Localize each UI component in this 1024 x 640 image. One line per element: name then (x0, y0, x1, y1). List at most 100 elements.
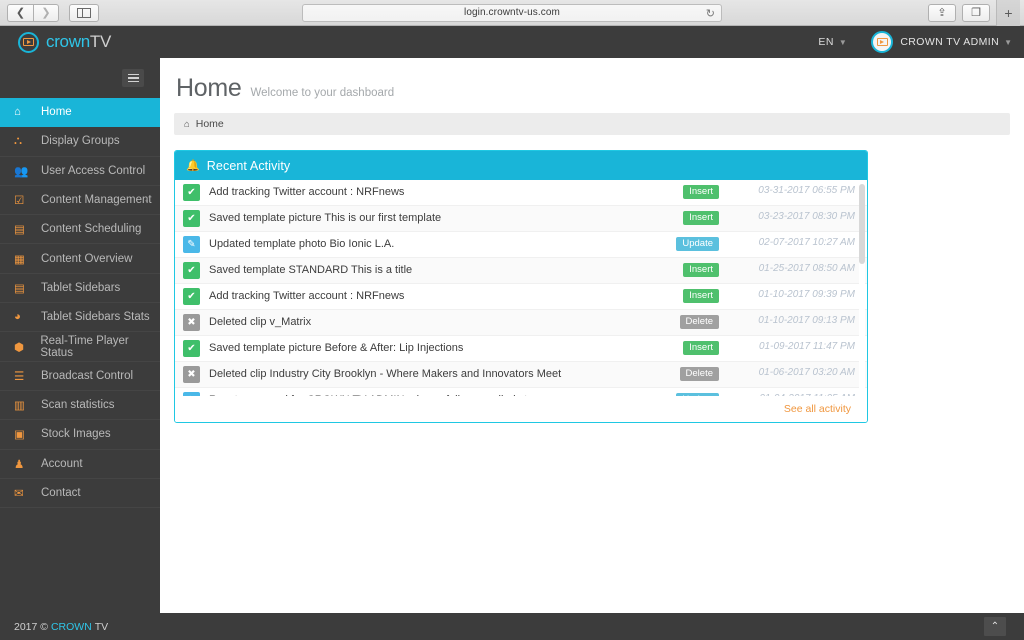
browser-toolbar: ❮ ❯ login.crowntv-us.com ↻ ⇪ ❐ + (0, 0, 1024, 26)
footer-brand: CROWN (50, 620, 92, 633)
footer-brand-suffix: TV (94, 620, 109, 633)
chevron-left-icon: ‹ (145, 195, 148, 206)
back-icon[interactable]: ❮ (7, 3, 33, 22)
activity-row[interactable]: ✔ Add tracking Twitter account : NRFnews I… (175, 180, 867, 206)
page-subtitle: Welcome to your dashboard (250, 87, 395, 99)
sidebar-item-label: Home (41, 106, 72, 119)
activity-row[interactable]: ✎ Updated template photo Bio Ionic L.A. Up… (175, 232, 867, 258)
activity-timestamp: 01-06-2017 03:20 AM (758, 367, 855, 378)
sidebar-item-scan-statistics[interactable]: ▥ Scan statistics (0, 391, 160, 421)
sidebar-item-label: Scan statistics (41, 399, 115, 412)
sidebar-item-content-overview[interactable]: ▦ Content Overview (0, 244, 160, 274)
sidebar-item-label: User Access Control (41, 164, 146, 177)
user-menu[interactable]: CROWN TV ADMIN ▼ (871, 31, 1012, 53)
footer-year: 2017 © (14, 620, 49, 633)
main-content: Home Welcome to your dashboard ⌂ Home 🔔 … (160, 58, 1024, 613)
activity-timestamp: 01-09-2017 11:47 PM (759, 341, 855, 352)
status-update-icon: ✎ (183, 236, 200, 253)
browser-nav-group: ❮ ❯ (7, 3, 99, 22)
bell-icon: 🔔 (186, 160, 200, 172)
broadcast-control-icon: ☰ (14, 370, 25, 383)
activity-row[interactable]: ✖ Deleted clip Industry City Brooklyn - W… (175, 362, 867, 388)
sidebar-item-label: Content Management (41, 194, 152, 207)
activity-timestamp: 03-23-2017 08:30 PM (758, 211, 855, 222)
user-access-control-icon: 👥 (14, 165, 29, 178)
activity-text: Deleted clip Industry City Brooklyn - Wh… (209, 368, 562, 380)
activity-row[interactable]: ✎ Reset password for CROWN TV ADMIN, plea… (175, 388, 867, 396)
status-update-icon: ✎ (183, 392, 200, 396)
logo-text-tv: TV (89, 32, 111, 51)
sidebar-item-broadcast-control[interactable]: ☰ Broadcast Control (0, 362, 160, 391)
activity-text: Add tracking Twitter account : NRFnews (209, 290, 405, 302)
hamburger-menu-icon[interactable] (122, 69, 144, 87)
status-badge: Insert (683, 289, 719, 303)
sidebar-panel-icon[interactable] (69, 3, 99, 22)
recent-activity-panel: 🔔 Recent Activity ✔ Add tracking Twitter … (174, 150, 868, 423)
contact-icon: ✉ (14, 488, 24, 500)
activity-list[interactable]: ✔ Add tracking Twitter account : NRFnews I… (175, 180, 867, 396)
logo[interactable]: crownTV (18, 31, 111, 53)
activity-timestamp: 03-31-2017 06:55 PM (758, 185, 855, 196)
sidebar-item-account[interactable]: ♟ Account (0, 450, 160, 479)
activity-text: Saved template picture Before & After: L… (209, 342, 464, 354)
sidebar-item-stock-images[interactable]: ▣ Stock Images (0, 420, 160, 450)
status-badge: Insert (683, 263, 719, 277)
sidebar-item-label: Contact (41, 487, 81, 499)
status-insert-icon: ✔ (183, 288, 200, 305)
sidebar-item-content-management[interactable]: ☑ Content Management ‹ (0, 186, 160, 216)
status-badge: Insert (683, 341, 719, 355)
status-badge: Update (676, 237, 719, 251)
page-title: Home (176, 74, 242, 102)
panel-title: Recent Activity (206, 158, 291, 173)
activity-timestamp: 01-10-2017 09:39 PM (758, 289, 855, 300)
sidebar-item-user-access-control[interactable]: 👥 User Access Control (0, 157, 160, 186)
panel-footer: See all activity (175, 396, 867, 422)
activity-text: Updated template photo Bio Ionic L.A. (209, 238, 395, 250)
forward-icon[interactable]: ❯ (33, 3, 59, 22)
activity-row[interactable]: ✖ Deleted clip v_Matrix Delete 01-10-2017 0… (175, 310, 867, 336)
activity-row[interactable]: ✔ Saved template picture This is our firs… (175, 206, 867, 232)
url-text: login.crowntv-us.com (464, 7, 560, 18)
sidebar-item-tablet-sidebars[interactable]: ▤ Tablet Sidebars (0, 274, 160, 304)
sidebar-item-label: Content Overview (41, 252, 133, 265)
content-management-icon: ☑ (14, 195, 25, 208)
sidebar-item-display-groups[interactable]: ⛬ Display Groups (0, 127, 160, 157)
sidebar-item-content-scheduling[interactable]: ▤ Content Scheduling (0, 215, 160, 245)
status-insert-icon: ✔ (183, 210, 200, 227)
status-delete-icon: ✖ (183, 314, 200, 331)
reload-icon[interactable]: ↻ (706, 7, 715, 20)
sidebar-item-real-time-player-status[interactable]: ⬢ Real-Time Player Status (0, 332, 160, 362)
activity-timestamp: 01-10-2017 09:13 PM (758, 315, 855, 326)
activity-timestamp: 01-04-2017 11:05 AM (759, 393, 855, 396)
status-insert-icon: ✔ (183, 184, 200, 201)
sidebar-item-home[interactable]: ⌂ Home (0, 98, 170, 128)
scroll-to-top-button[interactable]: ⌃ (984, 617, 1006, 636)
sidebar-item-contact[interactable]: ✉ Contact (0, 479, 160, 509)
sidebar-item-tablet-sidebars-stats[interactable]: ◕ Tablet Sidebars Stats (0, 303, 160, 333)
logo-text: crownTV (46, 32, 111, 52)
language-selector[interactable]: EN ▼ (818, 36, 847, 48)
sidebar-item-label: Content Scheduling (41, 223, 142, 236)
activity-row[interactable]: ✔ Saved template STANDARD This is a title… (175, 258, 867, 284)
stock-images-icon: ▣ (14, 429, 25, 442)
address-bar[interactable]: login.crowntv-us.com ↻ (302, 3, 722, 22)
activity-scrollbar[interactable] (859, 182, 865, 394)
new-tab-icon[interactable]: + (996, 0, 1020, 26)
logo-text-crown: crown (46, 32, 90, 51)
status-badge: Insert (683, 185, 719, 199)
chevron-down-icon: ▼ (838, 37, 848, 47)
breadcrumb-item-home[interactable]: Home (196, 118, 224, 130)
see-all-activity-link[interactable]: See all activity (784, 403, 851, 415)
tabs-icon[interactable]: ❐ (962, 3, 990, 22)
sidebar-item-label: Real-Time Player Status (40, 334, 129, 359)
activity-row[interactable]: ✔ Saved template picture Before & After: … (175, 336, 867, 362)
sidebar-toggle-row (0, 58, 160, 98)
activity-row[interactable]: ✔ Add tracking Twitter account : NRFnews I… (175, 284, 867, 310)
status-insert-icon: ✔ (183, 340, 200, 357)
share-icon[interactable]: ⇪ (928, 3, 956, 22)
content-scheduling-icon: ▤ (14, 224, 25, 237)
status-badge: Delete (679, 367, 719, 381)
status-insert-icon: ✔ (183, 262, 200, 279)
sidebar-item-label: Tablet Sidebars Stats (41, 311, 150, 324)
app-footer: 2017 © CROWN TV ⌃ (0, 613, 1024, 640)
